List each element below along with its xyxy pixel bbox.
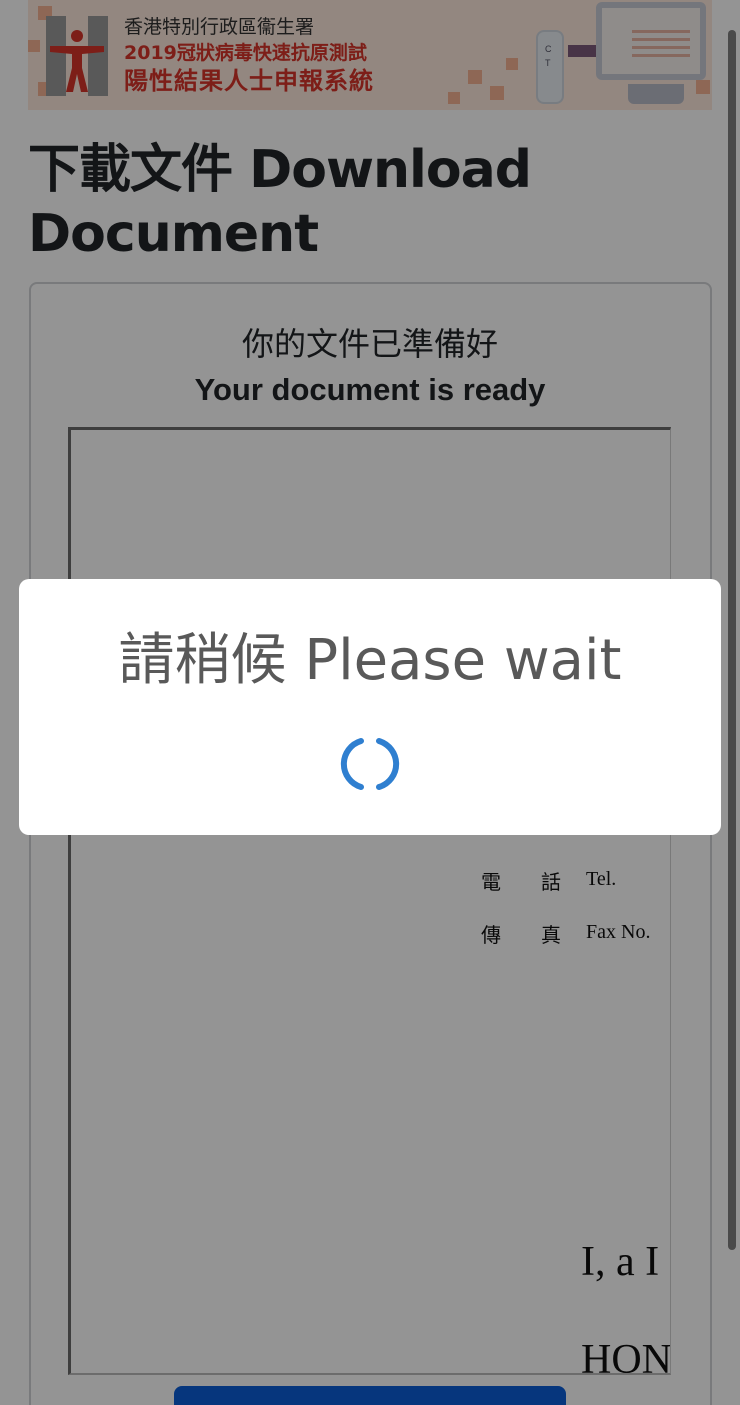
please-wait-dialog: 請稍候 Please wait [19, 579, 721, 835]
loading-spinner-icon [340, 738, 400, 790]
scrollbar[interactable] [728, 30, 736, 1250]
dialog-title: 請稍候 Please wait [118, 628, 622, 693]
